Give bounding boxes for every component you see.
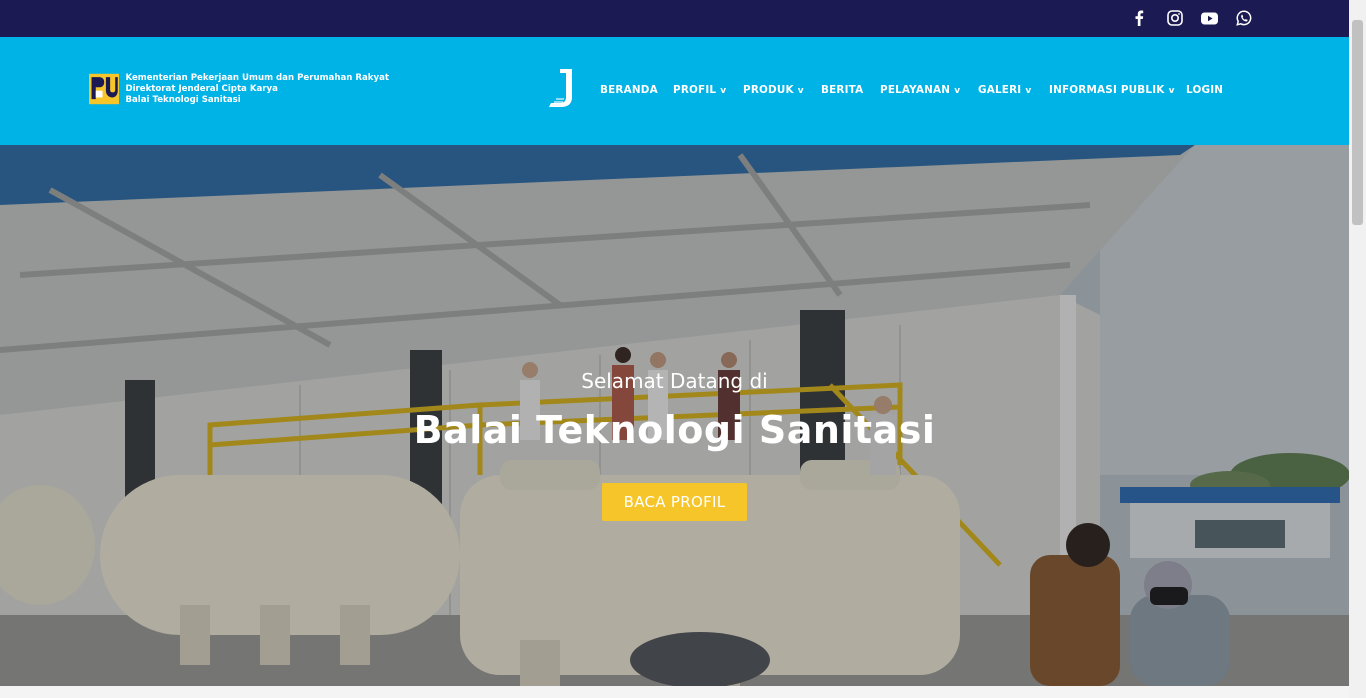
chevron-down-icon: v: [954, 86, 961, 96]
baca-profil-button[interactable]: BACA PROFIL: [602, 483, 747, 521]
pupr-logo[interactable]: Kementerian Pekerjaan Umum dan Perumahan…: [89, 69, 389, 109]
chevron-down-icon: v: [1025, 86, 1032, 96]
nav-produk[interactable]: PRODUK v: [743, 84, 804, 96]
chevron-down-icon: v: [797, 86, 804, 96]
nav-berita[interactable]: BERITA: [821, 84, 863, 96]
brand-mark-icon: [549, 69, 572, 107]
nav-label: LOGIN: [1186, 84, 1224, 96]
logo-line-3: Balai Teknologi Sanitasi: [125, 94, 241, 105]
page-scrollbar[interactable]: [1349, 0, 1366, 698]
nav-beranda[interactable]: BERANDA: [600, 84, 658, 96]
nav-informasi-publik[interactable]: INFORMASI PUBLIK v: [1049, 84, 1175, 96]
nav-pelayanan[interactable]: PELAYANAN v: [880, 84, 960, 96]
nav-galeri[interactable]: GALERI v: [978, 84, 1031, 96]
page-bottom-strip: [0, 686, 1349, 698]
pupr-logo-icon: [89, 73, 120, 105]
nav-label: PRODUK: [743, 84, 794, 96]
logo-line-2: Direktorat Jenderal Cipta Karya: [125, 83, 278, 94]
nav-label: PELAYANAN: [880, 84, 951, 96]
scrollbar-thumb[interactable]: [1352, 20, 1363, 225]
nav-login[interactable]: LOGIN: [1186, 84, 1223, 96]
site-header: Kementerian Pekerjaan Umum dan Perumahan…: [0, 37, 1349, 145]
top-bar: [0, 0, 1349, 37]
nav-label: GALERI: [978, 84, 1022, 96]
whatsapp-icon[interactable]: [1233, 8, 1255, 28]
logo-line-1: Kementerian Pekerjaan Umum dan Perumahan…: [125, 72, 389, 83]
chevron-down-icon: v: [720, 86, 727, 96]
logo-text: Kementerian Pekerjaan Umum dan Perumahan…: [125, 73, 389, 106]
youtube-icon[interactable]: [1198, 8, 1220, 28]
instagram-icon[interactable]: [1164, 8, 1186, 28]
nav-label: BERANDA: [600, 84, 658, 96]
nav-label: INFORMASI PUBLIK: [1049, 84, 1165, 96]
facebook-icon[interactable]: [1128, 8, 1150, 28]
hero-kicker: Selamat Datang di: [581, 369, 768, 393]
nav-profil[interactable]: PROFIL v: [673, 84, 726, 96]
chevron-down-icon: v: [1168, 86, 1175, 96]
hero-banner: Selamat Datang di Balai Teknologi Sanita…: [0, 145, 1349, 686]
nav-label: PROFIL: [673, 84, 717, 96]
hero-title: Balai Teknologi Sanitasi: [413, 408, 936, 452]
nav-label: BERITA: [821, 84, 864, 96]
